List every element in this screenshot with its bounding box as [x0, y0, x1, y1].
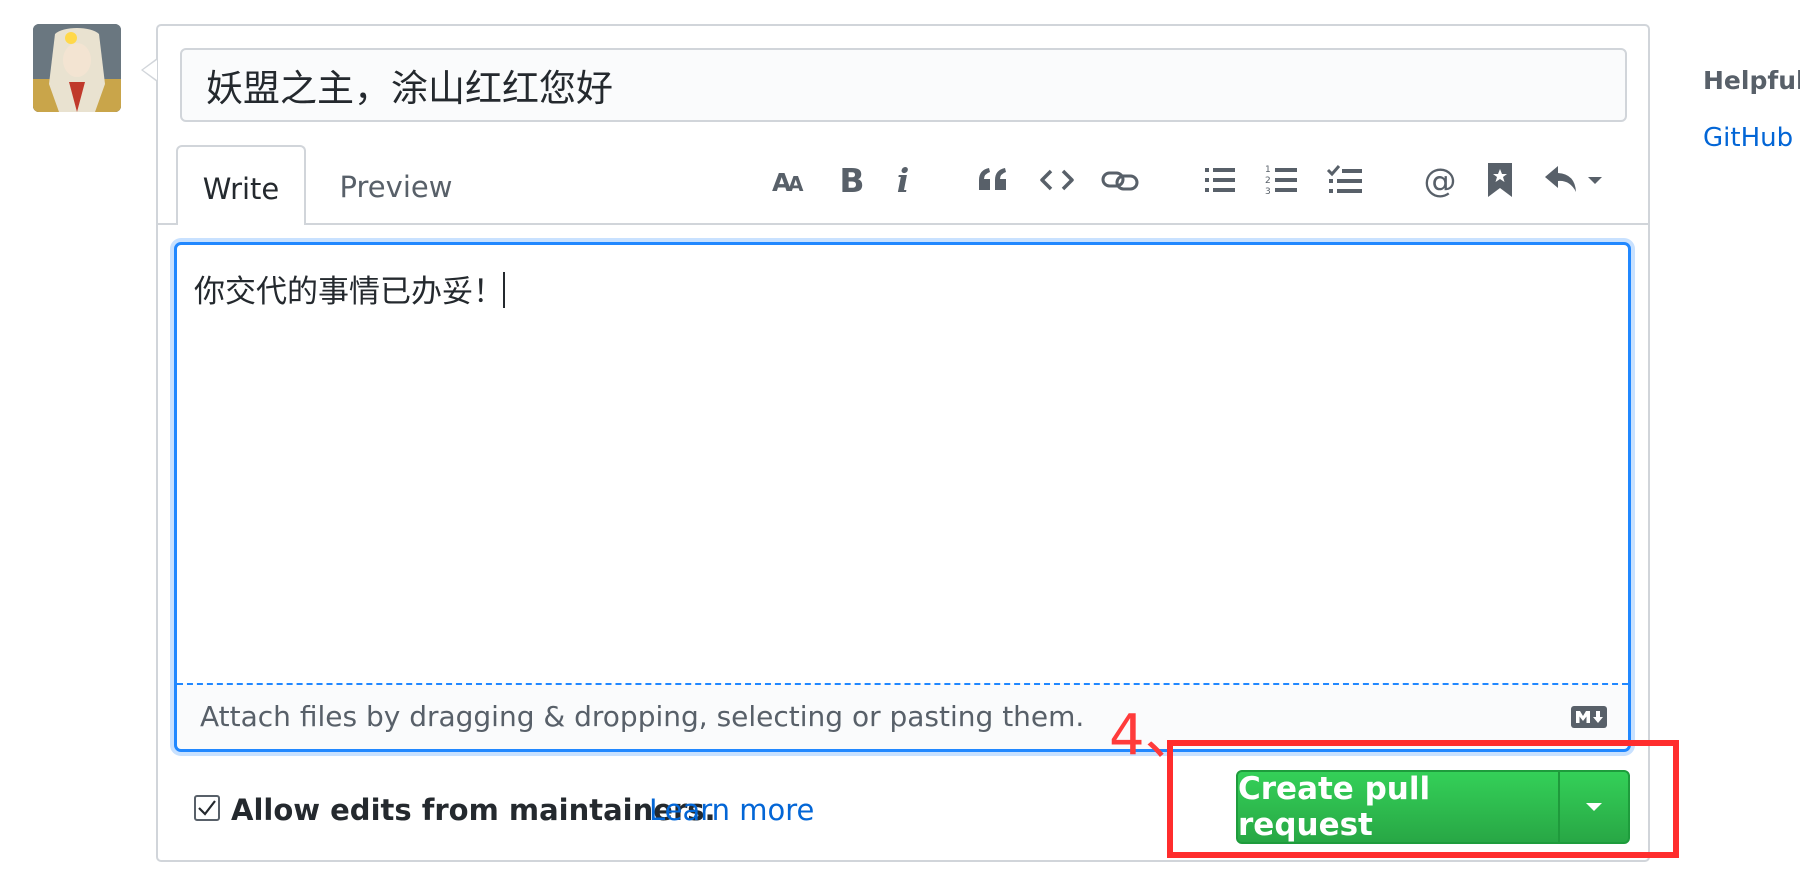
- text-caret: [503, 272, 505, 308]
- reply-icon[interactable]: [1542, 156, 1608, 204]
- svg-text:2: 2: [1265, 176, 1271, 186]
- ordered-list-icon[interactable]: 123: [1262, 156, 1302, 204]
- comment-pointer-fill: [143, 60, 157, 80]
- svg-text:1: 1: [1265, 165, 1271, 175]
- bold-icon[interactable]: B: [834, 156, 870, 204]
- tab-preview[interactable]: Preview: [318, 145, 474, 225]
- tab-write[interactable]: Write: [176, 145, 306, 225]
- mention-icon[interactable]: @: [1420, 156, 1460, 204]
- task-list-icon[interactable]: [1324, 156, 1366, 204]
- helpful-resources-heading: Helpful r: [1703, 66, 1800, 95]
- create-pull-request-button[interactable]: Create pull request: [1238, 772, 1560, 842]
- italic-icon[interactable]: i: [888, 156, 918, 204]
- svg-text:3: 3: [1265, 187, 1271, 197]
- user-avatar[interactable]: [33, 24, 121, 112]
- saved-reply-icon[interactable]: [1482, 156, 1518, 204]
- comment-editor[interactable]: [174, 242, 1631, 752]
- pr-title-input[interactable]: [180, 48, 1627, 122]
- markdown-icon[interactable]: [1571, 706, 1607, 732]
- unordered-list-icon[interactable]: [1200, 156, 1240, 204]
- learn-more-link[interactable]: Learn more: [649, 793, 814, 827]
- create-pr-button-group: Create pull request: [1236, 770, 1630, 844]
- allow-edits-checkbox[interactable]: [194, 795, 220, 821]
- comment-body-text[interactable]: 你交代的事情已办妥！: [194, 266, 504, 311]
- svg-text:A: A: [788, 172, 804, 196]
- pr-type-dropdown-button[interactable]: [1560, 772, 1628, 842]
- allow-edits-label: Allow edits from maintainers.: [231, 793, 716, 827]
- chevron-down-icon: [1586, 803, 1602, 811]
- text-size-icon[interactable]: AA: [768, 156, 812, 204]
- link-icon[interactable]: [1098, 156, 1142, 204]
- quote-icon[interactable]: [973, 156, 1013, 204]
- attach-files-hint: Attach files by dragging & dropping, sel…: [200, 700, 1085, 733]
- code-icon[interactable]: [1037, 156, 1077, 204]
- github-community-link[interactable]: GitHub C: [1703, 123, 1800, 153]
